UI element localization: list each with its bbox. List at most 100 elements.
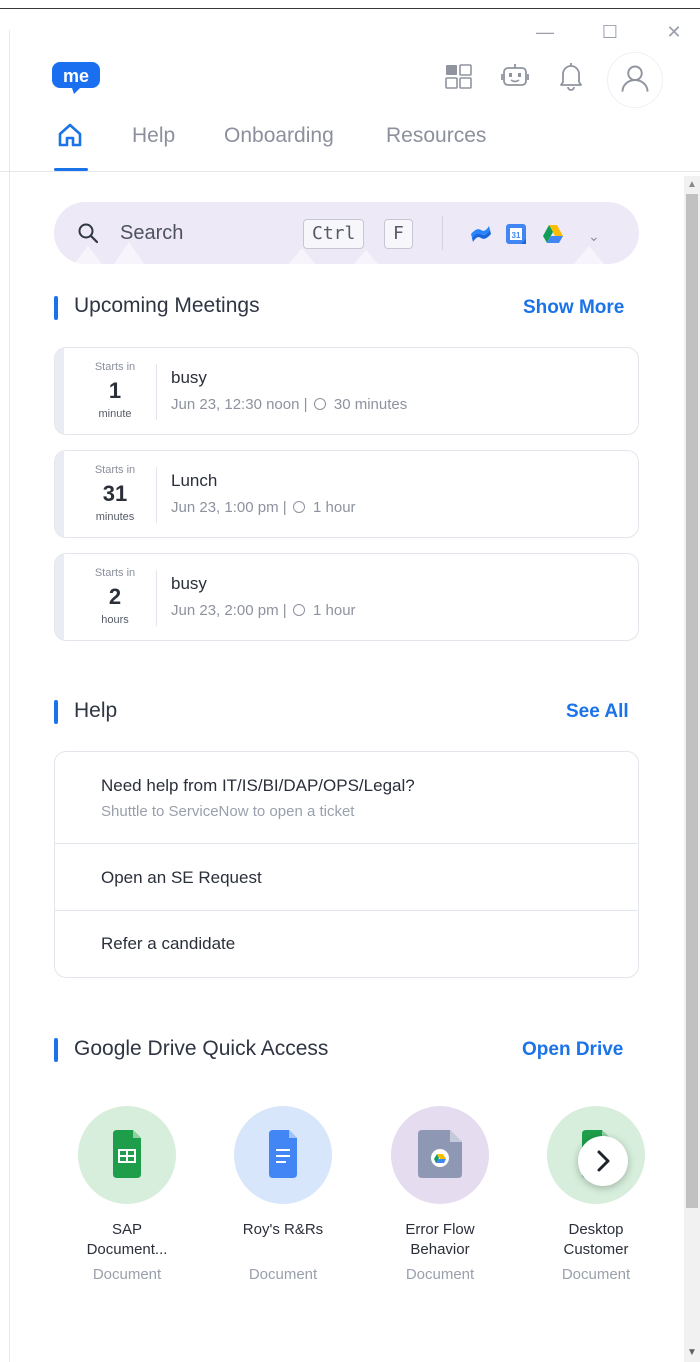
meeting-card[interactable]: Starts in 31 minutes Lunch Jun 23, 1:00 … <box>54 450 639 538</box>
meeting-duration: 30 minutes <box>333 396 408 413</box>
meeting-accent <box>55 554 64 640</box>
search-bar[interactable]: Search Ctrl F 31 ⌄ <box>54 202 639 264</box>
me-logo-icon[interactable]: me <box>52 60 100 94</box>
countdown-unit: minutes <box>95 511 135 523</box>
shortcut-f-key: F <box>384 219 413 249</box>
file-type: Document <box>248 1266 318 1283</box>
drive-file-icon <box>418 1130 462 1178</box>
help-item-title: Open an SE Request <box>101 868 262 887</box>
file-name: Desktop Customer <box>563 1221 629 1258</box>
logo-text: me <box>63 66 89 86</box>
meeting-when: Jun 23, 12:30 noon <box>171 396 300 413</box>
confluence-icon[interactable] <box>470 223 492 245</box>
maximize-button[interactable]: ☐ <box>598 20 622 44</box>
clock-icon <box>292 604 305 616</box>
main-tabs: Help Onboarding Resources <box>0 118 700 172</box>
show-more-link[interactable]: Show More <box>523 297 624 319</box>
starts-in-label: Starts in <box>94 464 136 476</box>
meeting-details: Jun 23, 2:00 pm | 1 hour <box>171 602 356 619</box>
meeting-divider <box>156 364 157 420</box>
separator: | <box>282 602 287 619</box>
meeting-details: Jun 23, 12:30 noon | 30 minutes <box>171 396 407 413</box>
meeting-title: Lunch <box>171 471 218 490</box>
chevron-down-icon[interactable]: ⌄ <box>588 228 600 245</box>
countdown-unit: hours <box>101 614 129 626</box>
meeting-title: busy <box>171 368 207 387</box>
meeting-divider <box>156 570 157 626</box>
meeting-duration: 1 hour <box>313 602 356 619</box>
file-thumbnail <box>234 1106 332 1204</box>
google-drive-icon[interactable] <box>542 223 564 245</box>
tab-resources[interactable]: Resources <box>386 124 486 148</box>
google-calendar-icon[interactable]: 31 <box>505 223 527 245</box>
meeting-card[interactable]: Starts in 1 minute busy Jun 23, 12:30 no… <box>54 347 639 435</box>
meeting-countdown: Starts in 1 minute <box>79 348 151 434</box>
scrollbar[interactable]: ▲ ▼ <box>684 176 700 1362</box>
open-drive-link[interactable]: Open Drive <box>522 1039 623 1061</box>
search-icon <box>78 223 99 244</box>
help-list: Need help from IT/IS/BI/DAP/OPS/Legal? S… <box>54 751 639 978</box>
file-type: Document <box>92 1266 162 1283</box>
tab-onboarding[interactable]: Onboarding <box>224 124 334 148</box>
section-accent-bar <box>54 296 58 320</box>
meeting-when: Jun 23, 2:00 pm <box>171 602 279 619</box>
file-thumbnail <box>78 1106 176 1204</box>
chatbot-icon[interactable] <box>499 60 531 92</box>
separator: | <box>282 499 287 516</box>
google-docs-icon <box>269 1130 297 1178</box>
countdown-number: 31 <box>102 481 128 506</box>
countdown-unit: minute <box>98 408 132 420</box>
meeting-title: busy <box>171 574 207 593</box>
tab-help[interactable]: Help <box>132 124 175 148</box>
section-accent-bar <box>54 700 58 724</box>
chevron-right-icon <box>597 1150 610 1172</box>
active-tab-indicator <box>54 168 88 171</box>
clock-icon <box>313 398 326 410</box>
home-icon[interactable] <box>57 122 83 148</box>
countdown-number: 2 <box>108 584 122 609</box>
minimize-button[interactable]: — <box>533 20 557 44</box>
meetings-section-title: Upcoming Meetings <box>74 294 260 317</box>
help-item-title: Refer a candidate <box>101 934 236 953</box>
meeting-divider <box>156 467 157 523</box>
search-input[interactable]: Search <box>120 222 183 245</box>
starts-in-label: Starts in <box>94 567 136 579</box>
google-sheets-icon <box>113 1130 141 1178</box>
carousel-next-button[interactable] <box>578 1136 628 1186</box>
help-item-se-request[interactable]: Open an SE Request <box>55 843 638 910</box>
meeting-when: Jun 23, 1:00 pm <box>171 499 279 516</box>
window-top-border <box>0 8 700 9</box>
meeting-card[interactable]: Starts in 2 hours busy Jun 23, 2:00 pm |… <box>54 553 639 641</box>
file-name: Roy's R&Rs <box>242 1221 324 1238</box>
meeting-duration: 1 hour <box>313 499 356 516</box>
meeting-countdown: Starts in 2 hours <box>79 554 151 640</box>
apps-icon[interactable] <box>443 60 475 92</box>
window-left-border <box>9 30 10 1362</box>
see-all-link[interactable]: See All <box>566 701 629 723</box>
scroll-thumb[interactable] <box>686 194 698 1208</box>
meeting-details: Jun 23, 1:00 pm | 1 hour <box>171 499 356 516</box>
close-button[interactable]: ✕ <box>662 20 686 44</box>
file-type: Document <box>405 1266 475 1283</box>
file-name: SAP Document... <box>86 1221 168 1258</box>
bell-icon[interactable] <box>555 60 587 92</box>
help-item-subtitle: Shuttle to ServiceNow to open a ticket <box>101 803 355 820</box>
calendar-day: 31 <box>512 231 521 240</box>
scroll-up-arrow-icon[interactable]: ▲ <box>684 176 700 194</box>
separator: | <box>303 396 308 413</box>
file-name: Error Flow Behavior <box>405 1221 475 1258</box>
section-accent-bar <box>54 1038 58 1062</box>
meeting-accent <box>55 451 64 537</box>
help-section-title: Help <box>74 699 118 722</box>
meeting-countdown: Starts in 31 minutes <box>79 451 151 537</box>
search-divider <box>442 216 443 250</box>
starts-in-label: Starts in <box>94 361 136 373</box>
clock-icon <box>292 501 305 513</box>
file-type: Document <box>561 1266 631 1283</box>
scroll-down-arrow-icon[interactable]: ▼ <box>684 1344 700 1362</box>
user-icon[interactable] <box>607 52 663 108</box>
help-item-servicenow[interactable]: Need help from IT/IS/BI/DAP/OPS/Legal? S… <box>55 752 638 843</box>
help-item-refer-candidate[interactable]: Refer a candidate <box>55 910 638 977</box>
shortcut-ctrl-key: Ctrl <box>303 219 365 249</box>
help-item-title: Need help from IT/IS/BI/DAP/OPS/Legal? <box>101 776 415 795</box>
